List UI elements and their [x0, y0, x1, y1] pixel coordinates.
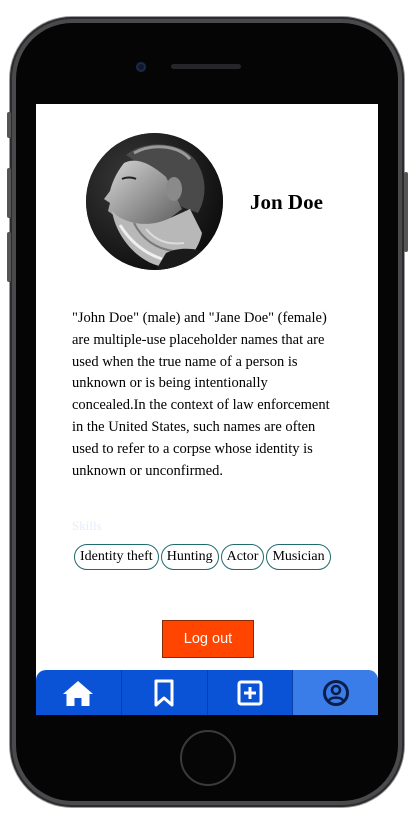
- mute-switch: [7, 112, 11, 138]
- nav-item-profile[interactable]: [293, 670, 378, 715]
- user-circle-icon: [322, 679, 349, 706]
- nav-item-saved[interactable]: [122, 670, 208, 715]
- skill-pill: Hunting: [160, 544, 219, 570]
- skill-pill: Identity theft: [74, 544, 159, 570]
- power-button: [404, 172, 408, 252]
- volume-down-button: [7, 232, 11, 282]
- bookmark-icon: [154, 679, 174, 706]
- front-camera: [136, 62, 146, 72]
- skills-title: Skills: [72, 518, 102, 533]
- skill-pill: Actor: [220, 544, 265, 570]
- app-screen: Jon Doe "John Doe" (male) and "Jane Doe"…: [36, 104, 378, 715]
- logout-button[interactable]: Log out: [162, 620, 254, 658]
- plus-square-icon: [237, 680, 263, 705]
- nav-item-add[interactable]: [208, 670, 294, 715]
- skill-pill: Musician: [266, 544, 331, 570]
- profile-name: Jon Doe: [250, 190, 323, 214]
- bearded-man-photo-icon: [86, 133, 223, 270]
- skills-list: Identity theft Hunting Actor Musician: [74, 544, 331, 570]
- volume-up-button: [7, 168, 11, 218]
- earpiece-speaker: [171, 64, 241, 69]
- nav-item-home[interactable]: [36, 670, 122, 715]
- profile-bio: "John Doe" (male) and "Jane Doe" (female…: [72, 310, 330, 479]
- bottom-nav: [36, 670, 378, 715]
- home-icon: [63, 680, 94, 706]
- avatar: [86, 133, 223, 270]
- home-hardware-button[interactable]: [180, 730, 236, 786]
